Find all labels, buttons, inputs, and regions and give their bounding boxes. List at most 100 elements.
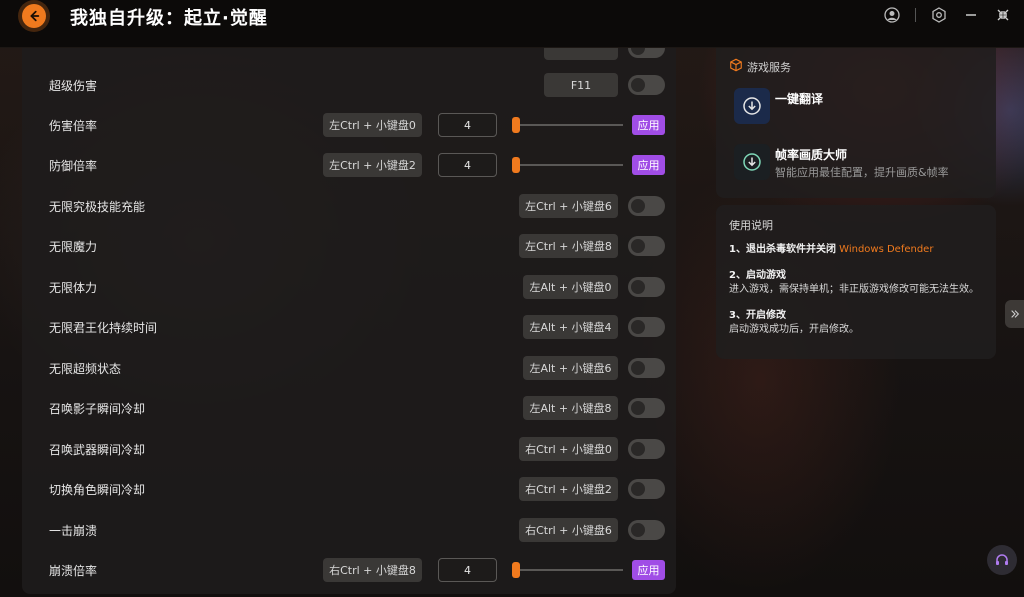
- step-2-title: 2、启动游戏: [729, 270, 786, 281]
- option-row: 召唤武器瞬间冷却 右Ctrl + 小键盘0: [22, 429, 676, 469]
- apply-button[interactable]: 应用: [632, 115, 665, 135]
- option-toggle[interactable]: [628, 358, 665, 378]
- cheat-options-panel: 超级伤害 F11 伤害倍率 左Ctrl + 小键盘0 4 应用 防御倍率 左Ct…: [22, 48, 676, 594]
- option-toggle[interactable]: [628, 277, 665, 297]
- hotkey-badge: 右Ctrl + 小键盘8: [323, 558, 422, 582]
- slider-knob[interactable]: [512, 562, 520, 578]
- support-button[interactable]: [987, 545, 1017, 575]
- box-icon: [729, 58, 743, 75]
- step-3-title: 3、开启修改: [729, 310, 786, 321]
- slider-knob[interactable]: [512, 157, 520, 173]
- hotkey-badge: [544, 48, 618, 60]
- hotkey-badge: 右Ctrl + 小键盘2: [519, 477, 618, 501]
- service-subtitle: 智能应用最佳配置，提升画质&帧率: [775, 166, 949, 179]
- option-label: 伤害倍率: [49, 118, 98, 133]
- option-toggle[interactable]: [628, 236, 665, 256]
- option-toggle[interactable]: [628, 520, 665, 540]
- windows-defender-highlight: Windows Defender: [839, 244, 934, 255]
- services-title: 游戏服务: [747, 60, 791, 74]
- multiplier-input[interactable]: 4: [438, 153, 497, 177]
- arrow-left-icon: [30, 10, 40, 22]
- slider-knob[interactable]: [512, 117, 520, 133]
- app-title: 我独自升级：起立·觉醒: [70, 8, 268, 29]
- option-row: 无限体力 左Alt + 小键盘0: [22, 267, 676, 307]
- option-toggle[interactable]: [628, 48, 665, 58]
- user-avatar-button[interactable]: [883, 6, 901, 24]
- multiplier-input[interactable]: 4: [438, 113, 497, 137]
- hotkey-badge: 左Alt + 小键盘8: [523, 396, 618, 420]
- gear-icon: [932, 7, 946, 23]
- back-button[interactable]: [22, 4, 46, 28]
- expand-panel-button[interactable]: [1005, 300, 1024, 328]
- option-toggle[interactable]: [628, 75, 665, 95]
- minimize-icon: [966, 14, 976, 16]
- collapse-button[interactable]: [994, 6, 1012, 24]
- game-services-panel: 游戏服务 一键翻译 帧率画质大师 智能应用最佳配置，提升画质&帧率: [716, 48, 996, 198]
- services-header: 游戏服务: [729, 58, 791, 75]
- option-label: 崩溃倍率: [49, 563, 98, 578]
- slider-track: [512, 569, 623, 571]
- service-item-translate[interactable]: 一键翻译: [734, 88, 984, 126]
- option-label: 无限体力: [49, 280, 98, 295]
- hotkey-badge: 左Ctrl + 小键盘2: [323, 153, 422, 177]
- hotkey-badge: 左Ctrl + 小键盘8: [519, 234, 618, 258]
- option-label: 防御倍率: [49, 158, 98, 173]
- usage-title: 使用说明: [729, 219, 773, 232]
- option-toggle[interactable]: [628, 398, 665, 418]
- option-row: 切换角色瞬间冷却 右Ctrl + 小键盘2: [22, 469, 676, 509]
- step-1-title: 1、退出杀毒软件并关闭: [729, 244, 836, 255]
- hotkey-badge: F11: [544, 73, 618, 97]
- hotkey-badge: 左Alt + 小键盘0: [523, 275, 618, 299]
- hotkey-badge: 左Alt + 小键盘4: [523, 315, 618, 339]
- shrink-icon: [997, 9, 1009, 21]
- slider-row: 伤害倍率 左Ctrl + 小键盘0 4 应用: [22, 105, 676, 145]
- option-label: 无限君王化持续时间: [49, 320, 158, 335]
- option-row: 一击崩溃 右Ctrl + 小键盘6: [22, 510, 676, 550]
- title-bar: 我独自升级：起立·觉醒: [0, 0, 1024, 48]
- slider-row: 崩溃倍率 右Ctrl + 小键盘8 4 应用: [22, 550, 676, 590]
- multiplier-input[interactable]: 4: [438, 558, 497, 582]
- settings-button[interactable]: [930, 6, 948, 24]
- minimize-button[interactable]: [962, 6, 980, 24]
- step-3-text: 启动游戏成功后，开启修改。: [729, 324, 859, 335]
- multiplier-slider[interactable]: [512, 562, 623, 578]
- option-label: 召唤武器瞬间冷却: [49, 442, 146, 457]
- usage-instructions-panel: 使用说明 1、退出杀毒软件并关闭 Windows Defender 2、启动游戏…: [716, 205, 996, 359]
- option-toggle[interactable]: [628, 439, 665, 459]
- option-toggle[interactable]: [628, 196, 665, 216]
- option-row: 召唤影子瞬间冷却 左Alt + 小键盘8: [22, 388, 676, 428]
- slider-row: 防御倍率 左Ctrl + 小键盘2 4 应用: [22, 145, 676, 185]
- window-controls: [883, 6, 1012, 24]
- headset-icon: [996, 554, 1008, 565]
- option-label: 一击崩溃: [49, 523, 98, 538]
- slider-track: [512, 124, 623, 126]
- service-title: 帧率画质大师: [775, 148, 848, 162]
- option-label: 无限究极技能充能: [49, 199, 146, 214]
- avatar-icon: [884, 7, 900, 23]
- option-row: 无限超频状态 左Alt + 小键盘6: [22, 348, 676, 388]
- multiplier-slider[interactable]: [512, 117, 623, 133]
- hotkey-badge: 左Ctrl + 小键盘0: [323, 113, 422, 137]
- apply-button[interactable]: 应用: [632, 155, 665, 175]
- chevron-double-right-icon: [1010, 310, 1019, 318]
- option-label: 超级伤害: [49, 78, 98, 93]
- apply-button[interactable]: 应用: [632, 560, 665, 580]
- usage-body: 1、退出杀毒软件并关闭 Windows Defender 2、启动游戏 进入游戏…: [729, 243, 987, 337]
- hotkey-badge: 右Ctrl + 小键盘6: [519, 518, 618, 542]
- service-title: 一键翻译: [775, 92, 824, 106]
- hotkey-badge: 右Ctrl + 小键盘0: [519, 437, 618, 461]
- option-row: 超级伤害 F11: [22, 65, 676, 105]
- translate-icon: [734, 88, 770, 124]
- option-toggle[interactable]: [628, 479, 665, 499]
- option-row: 无限究极技能充能 左Ctrl + 小键盘6: [22, 186, 676, 226]
- option-label: 召唤影子瞬间冷却: [49, 401, 146, 416]
- option-row: 无限魔力 左Ctrl + 小键盘8: [22, 226, 676, 266]
- window-controls-divider: [915, 8, 916, 22]
- option-label: 无限超频状态: [49, 361, 122, 376]
- service-item-fps-master[interactable]: 帧率画质大师 智能应用最佳配置，提升画质&帧率: [734, 144, 984, 182]
- fps-download-icon: [734, 144, 770, 180]
- multiplier-slider[interactable]: [512, 157, 623, 173]
- option-label: 无限魔力: [49, 239, 98, 254]
- option-toggle[interactable]: [628, 317, 665, 337]
- hotkey-badge: 左Alt + 小键盘6: [523, 356, 618, 380]
